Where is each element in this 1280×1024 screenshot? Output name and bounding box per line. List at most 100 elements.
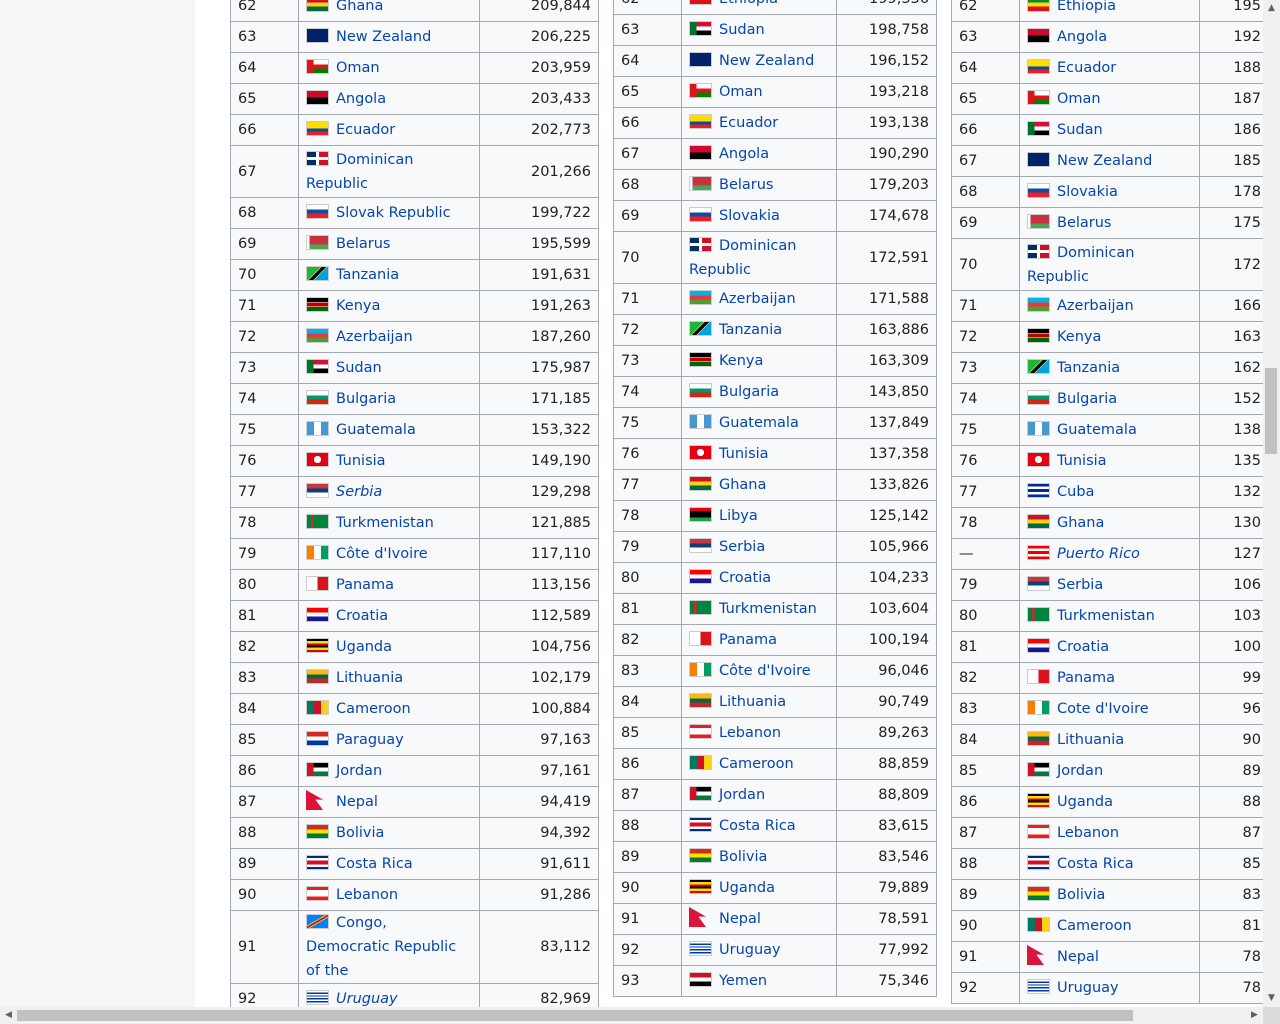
country-link[interactable]: Jordan [719, 787, 765, 803]
country-link[interactable]: Costa Rica [719, 818, 796, 834]
scroll-right-arrow-icon[interactable]: ▶ [1246, 1007, 1263, 1024]
country-link[interactable]: Guatemala [719, 415, 799, 431]
vertical-scroll-thumb[interactable] [1265, 368, 1277, 454]
country-link[interactable]: Serbia [1057, 577, 1103, 593]
country-link[interactable]: Tanzania [719, 322, 782, 338]
country-link[interactable]: Bulgaria [336, 391, 396, 407]
country-link[interactable]: Jordan [336, 763, 382, 779]
country-link[interactable]: Puerto Rico [1057, 546, 1140, 562]
country-link[interactable]: Nepal [719, 911, 761, 927]
country-link[interactable]: Costa Rica [336, 856, 413, 872]
country-link[interactable]: Uganda [719, 880, 775, 896]
country-link[interactable]: Ghana [336, 0, 383, 14]
country-link[interactable]: Kenya [1057, 329, 1101, 345]
country-link[interactable]: Kenya [719, 353, 763, 369]
country-link[interactable]: Tunisia [336, 453, 386, 469]
country-link[interactable]: Serbia [336, 484, 382, 500]
country-link[interactable]: Nepal [1057, 949, 1099, 965]
country-link[interactable]: Uganda [336, 639, 392, 655]
country-link[interactable]: Slovakia [719, 208, 780, 224]
country-link[interactable]: Panama [336, 577, 394, 593]
country-link[interactable]: Croatia [1057, 639, 1109, 655]
country-link[interactable]: New Zealand [336, 29, 431, 45]
country-link[interactable]: Ecuador [719, 115, 778, 131]
country-link[interactable]: Tanzania [1057, 360, 1120, 376]
country-link[interactable]: Panama [719, 632, 777, 648]
country-link[interactable]: Lithuania [1057, 732, 1124, 748]
country-link[interactable]: Uruguay [719, 942, 781, 958]
country-link[interactable]: Libya [719, 508, 758, 524]
scroll-left-arrow-icon[interactable]: ◀ [0, 1007, 17, 1024]
country-link[interactable]: Cuba [1057, 484, 1094, 500]
country-link[interactable]: Kenya [336, 298, 380, 314]
country-link[interactable]: Ecuador [1057, 60, 1116, 76]
country-link[interactable]: Bolivia [1057, 887, 1105, 903]
country-link[interactable]: Oman [719, 84, 763, 100]
country-link[interactable]: Ethiopia [1057, 0, 1116, 14]
country-link[interactable]: Cameroon [336, 701, 411, 717]
country-link[interactable]: Sudan [719, 22, 765, 38]
country-link[interactable]: Tunisia [719, 446, 769, 462]
country-link[interactable]: Tanzania [336, 267, 399, 283]
country-link[interactable]: Ethiopia [719, 0, 778, 7]
scroll-up-arrow-icon[interactable]: ▲ [1263, 0, 1280, 17]
country-cell: Costa Rica [681, 810, 837, 842]
country-link[interactable]: Croatia [719, 570, 771, 586]
country-link[interactable]: Turkmenistan [1057, 608, 1155, 624]
country-link[interactable]: Costa Rica [1057, 856, 1134, 872]
country-link[interactable]: Oman [1057, 91, 1101, 107]
country-link[interactable]: Bolivia [719, 849, 767, 865]
country-link[interactable]: Belarus [1057, 215, 1112, 231]
country-link[interactable]: Slovakia [1057, 184, 1118, 200]
country-link[interactable]: Bulgaria [1057, 391, 1117, 407]
country-link[interactable]: Côte d'Ivoire [336, 546, 428, 562]
country-link[interactable]: Slovak Republic [336, 205, 451, 221]
country-link[interactable]: Azerbaijan [719, 291, 796, 307]
country-link[interactable]: Panama [1057, 670, 1115, 686]
vertical-scrollbar[interactable]: ▲ ▼ [1263, 0, 1280, 1007]
country-link[interactable]: Serbia [719, 539, 765, 555]
country-link[interactable]: Sudan [336, 360, 382, 376]
country-link[interactable]: New Zealand [1057, 153, 1152, 169]
horizontal-scrollbar[interactable]: ◀ ▶ [0, 1007, 1263, 1024]
country-link[interactable]: Belarus [719, 177, 774, 193]
country-link[interactable]: Bulgaria [719, 384, 779, 400]
country-link[interactable]: Oman [336, 60, 380, 76]
country-link[interactable]: Côte d'Ivoire [719, 663, 811, 679]
country-link[interactable]: Ghana [719, 477, 766, 493]
country-link[interactable]: Nepal [336, 794, 378, 810]
country-link[interactable]: Cameroon [719, 756, 794, 772]
country-link[interactable]: Ghana [1057, 515, 1104, 531]
horizontal-scroll-thumb[interactable] [17, 1010, 1133, 1021]
country-link[interactable]: Belarus [336, 236, 391, 252]
country-link[interactable]: Bolivia [336, 825, 384, 841]
country-link[interactable]: Guatemala [336, 422, 416, 438]
country-link[interactable]: Lebanon [336, 887, 398, 903]
country-link[interactable]: Turkmenistan [719, 601, 817, 617]
country-link[interactable]: Tunisia [1057, 453, 1107, 469]
scroll-down-arrow-icon[interactable]: ▼ [1263, 990, 1280, 1007]
country-link[interactable]: Uganda [1057, 794, 1113, 810]
country-link[interactable]: Paraguay [336, 732, 404, 748]
country-link[interactable]: Azerbaijan [1057, 298, 1134, 314]
country-link[interactable]: Angola [719, 146, 769, 162]
country-link[interactable]: New Zealand [719, 53, 814, 69]
country-link[interactable]: Yemen [719, 973, 767, 989]
country-link[interactable]: Turkmenistan [336, 515, 434, 531]
country-link[interactable]: Cote d'Ivoire [1057, 701, 1149, 717]
country-link[interactable]: Azerbaijan [336, 329, 413, 345]
country-link[interactable]: Lithuania [336, 670, 403, 686]
country-link[interactable]: Angola [336, 91, 386, 107]
country-link[interactable]: Ecuador [336, 122, 395, 138]
country-link[interactable]: Sudan [1057, 122, 1103, 138]
country-link[interactable]: Cameroon [1057, 918, 1132, 934]
country-link[interactable]: Lithuania [719, 694, 786, 710]
country-link[interactable]: Uruguay [1057, 980, 1119, 996]
country-link[interactable]: Guatemala [1057, 422, 1137, 438]
country-link[interactable]: Lebanon [719, 725, 781, 741]
country-link[interactable]: Jordan [1057, 763, 1103, 779]
country-link[interactable]: Croatia [336, 608, 388, 624]
country-link[interactable]: Angola [1057, 29, 1107, 45]
country-link[interactable]: Uruguay [336, 991, 398, 1007]
country-link[interactable]: Lebanon [1057, 825, 1119, 841]
